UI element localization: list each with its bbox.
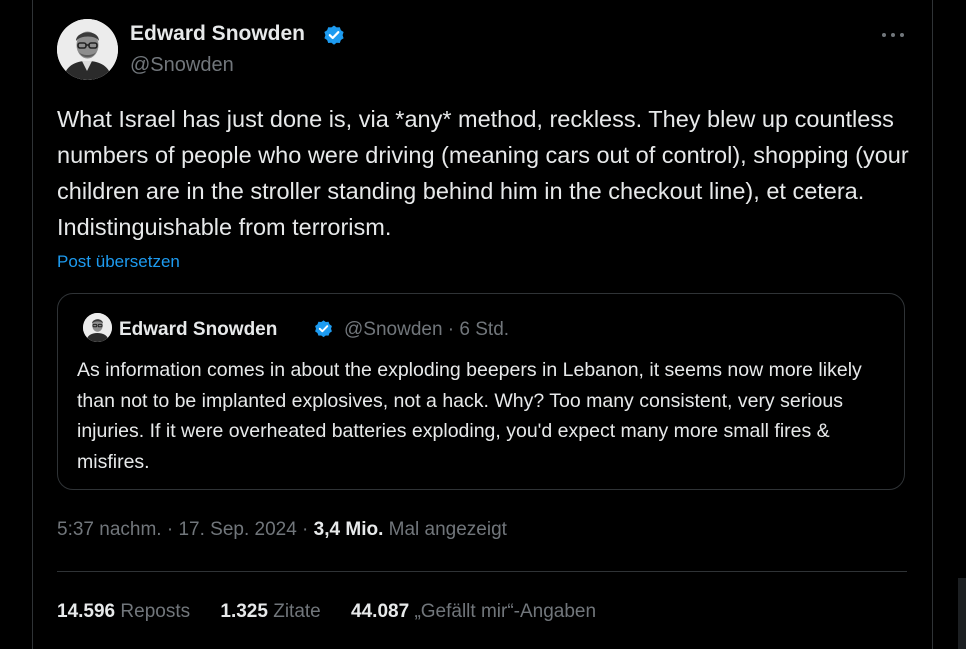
engagement-stats: 14.596 Reposts 1.325 Zitate 44.087 „Gefä… [57,601,621,623]
reposts-label: Reposts [120,601,191,622]
quotes-count: 1.325 [220,601,268,622]
more-dot-icon [882,33,886,37]
translate-link[interactable]: Post übersetzen [57,252,180,272]
author-name[interactable]: Edward Snowden [130,22,305,46]
column-border-left [32,0,33,649]
quotes-stat[interactable]: 1.325 Zitate [220,601,320,623]
snowden-portrait-icon [83,313,112,342]
quoted-author-avatar [83,313,112,342]
quoted-handle-time: @Snowden · 6 Std. [344,319,510,340]
reposts-count: 14.596 [57,601,116,622]
tweet-meta: 5:37 nachm. · 17. Sep. 2024 · 3,4 Mio. M… [57,519,507,541]
column-border-right [932,0,933,649]
timestamp[interactable]: 5:37 nachm. · 17. Sep. 2024 · [57,519,314,540]
more-dot-icon [891,33,895,37]
scrollbar-track[interactable] [958,578,966,649]
verified-badge-icon[interactable] [322,24,346,48]
views-count: 3,4 Mio. [313,519,384,540]
verified-badge-icon [315,320,332,338]
author-avatar[interactable] [57,19,118,80]
views-label: Mal angezeigt [383,519,507,540]
quoted-author-name: Edward Snowden [119,319,278,340]
likes-count: 44.087 [351,601,410,622]
author-handle[interactable]: @Snowden [130,54,234,77]
snowden-portrait-icon [57,19,118,80]
more-options-button[interactable] [880,26,906,44]
more-dot-icon [900,33,904,37]
quoted-tweet-card[interactable]: Edward Snowden @Snowden · 6 Std. As info… [57,293,905,490]
quotes-label: Zitate [273,601,321,622]
quoted-tweet-text: As information comes in about the explod… [77,359,862,473]
divider [57,571,907,572]
reposts-stat[interactable]: 14.596 Reposts [57,601,190,623]
likes-stat[interactable]: 44.087 „Gefällt mir“-Angaben [351,601,596,623]
tweet-text: What Israel has just done is, via *any* … [57,106,909,240]
likes-label: „Gefällt mir“-Angaben [414,601,597,622]
